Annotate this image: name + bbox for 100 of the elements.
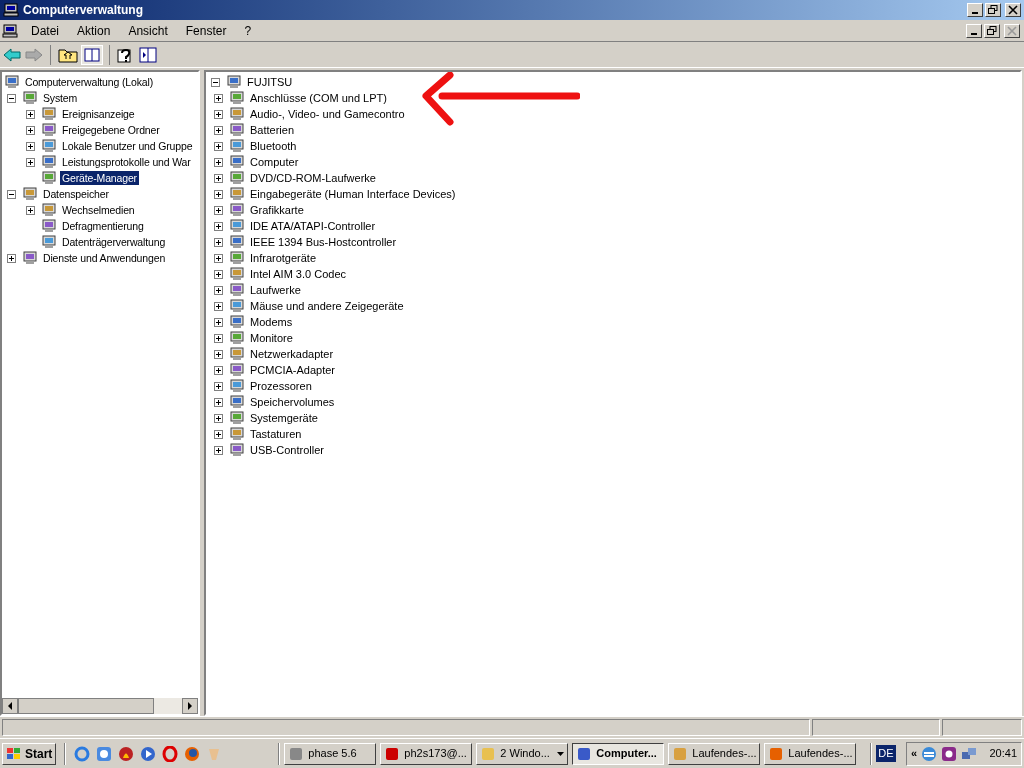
scroll-right-button[interactable] xyxy=(182,698,198,714)
scrollbar-thumb[interactable] xyxy=(18,698,154,714)
expand-box-icon[interactable] xyxy=(214,333,223,343)
opera-icon[interactable] xyxy=(162,745,179,762)
taskbar-button[interactable]: Laufendes-... xyxy=(764,742,857,765)
expand-box-icon[interactable] xyxy=(214,141,223,151)
collapse-box-icon[interactable] xyxy=(7,93,16,103)
tree-item[interactable]: Audio-, Video- und Gamecontro xyxy=(248,107,407,121)
tree-item[interactable]: Ereignisanzeige xyxy=(60,107,137,121)
restore-button[interactable] xyxy=(985,3,1001,17)
taskbar-button[interactable]: phase 5.6 xyxy=(284,742,377,765)
app-icon[interactable] xyxy=(96,745,113,762)
tree-item[interactable]: Mäuse und andere Zeigegeräte xyxy=(248,299,406,313)
tree-item[interactable]: IDE ATA/ATAPI-Controller xyxy=(248,219,378,233)
tree-item[interactable]: Netzwerkadapter xyxy=(248,347,336,361)
collapse-box-icon[interactable] xyxy=(7,189,16,199)
browser-icon[interactable] xyxy=(74,745,91,762)
tree-item[interactable]: Freigegebene Ordner xyxy=(60,123,162,137)
tree-item[interactable]: Systemgeräte xyxy=(248,411,320,425)
tree-item[interactable]: Bluetooth xyxy=(248,139,299,153)
expand-box-icon[interactable] xyxy=(214,205,223,215)
tree-item[interactable]: PCMCIA-Adapter xyxy=(248,363,337,377)
expand-box-icon[interactable] xyxy=(214,365,223,375)
tree-item[interactable]: USB-Controller xyxy=(248,443,326,457)
pane-toggle-icon[interactable] xyxy=(81,44,103,65)
expand-box-icon[interactable] xyxy=(214,173,223,183)
expand-box-icon[interactable] xyxy=(214,157,223,167)
taskbar-button[interactable]: Laufendes-... xyxy=(668,742,761,765)
start-button[interactable]: Start xyxy=(2,742,57,765)
expand-box-icon[interactable] xyxy=(214,93,223,103)
tree-item[interactable]: IEEE 1394 Bus-Hostcontroller xyxy=(248,235,399,249)
tree-item[interactable]: Batterien xyxy=(248,123,297,137)
expand-box-icon[interactable] xyxy=(26,205,35,215)
tree-item[interactable]: Grafikkarte xyxy=(248,203,306,217)
expand-box-icon[interactable] xyxy=(214,397,223,407)
expand-box-icon[interactable] xyxy=(214,413,223,423)
expand-box-icon[interactable] xyxy=(214,253,223,263)
tree-item[interactable]: Geräte-Manager xyxy=(60,171,139,185)
tree-item[interactable]: Eingabegeräte (Human Interface Devices) xyxy=(248,187,458,201)
menu-item[interactable]: Fenster xyxy=(176,21,236,40)
tree-item[interactable]: Infrarotgeräte xyxy=(248,251,319,265)
tree-item[interactable]: Datenspeicher xyxy=(41,187,111,201)
tree-item[interactable]: Tastaturen xyxy=(248,427,304,441)
expand-box-icon[interactable] xyxy=(214,125,223,135)
language-indicator[interactable]: DE xyxy=(876,745,896,762)
horizontal-scrollbar[interactable] xyxy=(2,698,198,714)
expand-box-icon[interactable] xyxy=(214,237,223,247)
tree-item[interactable]: Computer xyxy=(248,155,301,169)
tree-item[interactable]: Computerverwaltung (Lokal) xyxy=(23,75,155,89)
network-icon[interactable] xyxy=(921,745,938,762)
expand-box-icon[interactable] xyxy=(214,429,223,439)
tree-item[interactable]: DVD/CD-ROM-Laufwerke xyxy=(248,171,378,185)
close-button[interactable] xyxy=(1004,23,1020,38)
collapse-box-icon[interactable] xyxy=(211,77,220,87)
close-button[interactable] xyxy=(1005,3,1021,17)
expand-box-icon[interactable] xyxy=(214,109,223,119)
expand-box-icon[interactable] xyxy=(26,141,35,151)
tree-item[interactable]: Datenträgerverwaltung xyxy=(60,235,168,249)
tree-item[interactable]: Prozessoren xyxy=(248,379,314,393)
expand-box-icon[interactable] xyxy=(214,285,223,295)
tree-item[interactable]: Anschlüsse (COM und LPT) xyxy=(248,91,389,105)
tree-item[interactable]: Modems xyxy=(248,315,295,329)
expand-box-icon[interactable] xyxy=(26,109,35,119)
menu-item[interactable]: Aktion xyxy=(68,21,120,40)
flame-icon[interactable] xyxy=(118,745,135,762)
computers-icon[interactable] xyxy=(961,745,978,762)
firefox-icon[interactable] xyxy=(184,745,201,762)
panel-icon[interactable] xyxy=(138,45,158,64)
tree-item[interactable]: Leistungsprotokolle und War xyxy=(60,155,193,169)
restore-button[interactable] xyxy=(984,23,1000,38)
tree-item[interactable]: Defragmentierung xyxy=(60,219,146,233)
tray-app-icon[interactable] xyxy=(941,745,958,762)
menu-item[interactable]: Datei xyxy=(22,21,68,40)
expand-box-icon[interactable] xyxy=(26,125,35,135)
expand-box-icon[interactable] xyxy=(7,253,16,263)
tree-item[interactable]: Monitore xyxy=(248,331,295,345)
minimize-button[interactable] xyxy=(967,3,983,17)
taskbar-button[interactable]: Computer... xyxy=(572,742,665,765)
taskbar-button[interactable]: ph2s173@... xyxy=(380,742,473,765)
expand-box-icon[interactable] xyxy=(214,269,223,279)
tree-item[interactable]: FUJITSU xyxy=(245,75,295,89)
play-icon[interactable] xyxy=(140,745,157,762)
taskbar-button[interactable]: 2 Windo... xyxy=(476,742,569,765)
tree-item[interactable]: Wechselmedien xyxy=(60,203,137,217)
expand-box-icon[interactable] xyxy=(214,221,223,231)
expand-box-icon[interactable] xyxy=(214,349,223,359)
menu-item[interactable]: Ansicht xyxy=(119,21,177,40)
scroll-left-button[interactable] xyxy=(2,698,18,714)
tree-item[interactable]: System xyxy=(41,91,80,105)
expand-box-icon[interactable] xyxy=(214,301,223,311)
tree-item[interactable]: Laufwerke xyxy=(248,283,303,297)
expand-box-icon[interactable] xyxy=(26,157,35,167)
expand-box-icon[interactable] xyxy=(214,189,223,199)
tree-item[interactable]: Dienste und Anwendungen xyxy=(41,251,168,265)
tree-item[interactable]: Speichervolumes xyxy=(248,395,337,409)
menu-item[interactable]: ? xyxy=(235,21,261,40)
minimize-button[interactable] xyxy=(966,23,982,38)
tree-item[interactable]: Intel AIM 3.0 Codec xyxy=(248,267,348,281)
expand-box-icon[interactable] xyxy=(214,445,223,455)
back-arrow-icon[interactable] xyxy=(2,46,22,63)
